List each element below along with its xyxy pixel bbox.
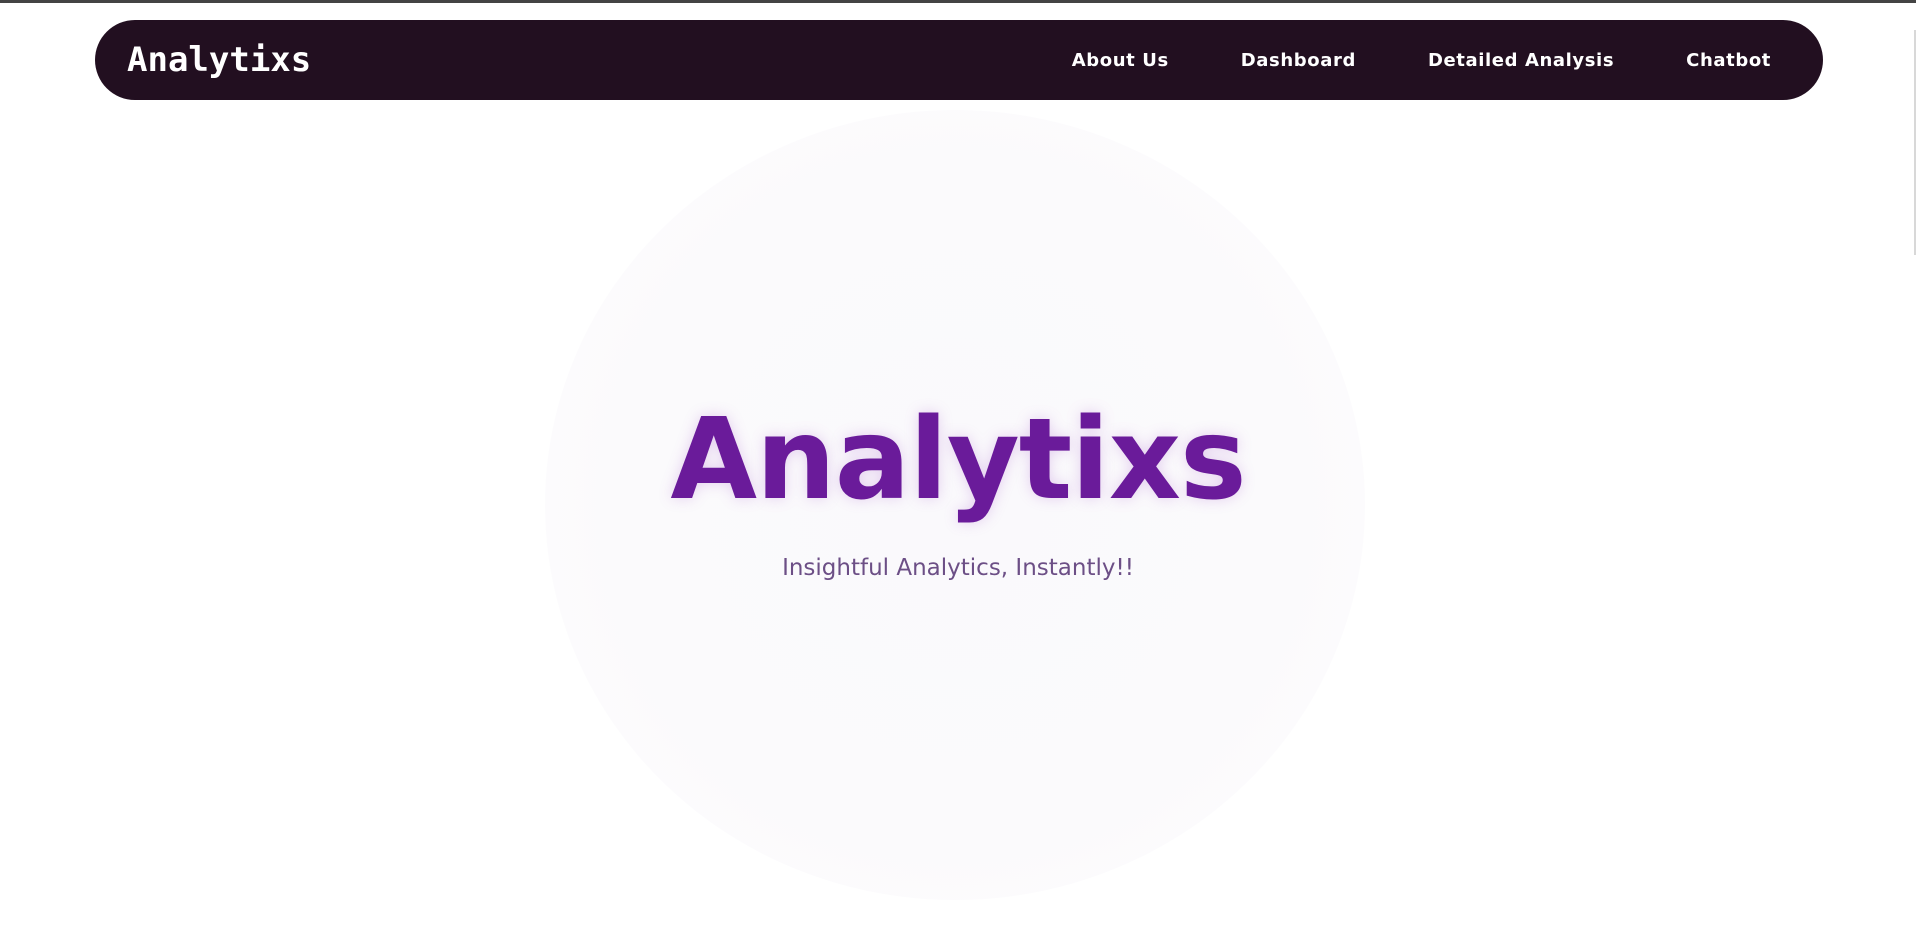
brand-logo[interactable]: Analytixs: [127, 20, 311, 100]
nav-links: About Us Dashboard Detailed Analysis Cha…: [1072, 20, 1771, 100]
nav-link-about-us[interactable]: About Us: [1072, 50, 1169, 71]
nav-link-dashboard[interactable]: Dashboard: [1241, 50, 1356, 71]
hero-subtitle: Insightful Analytics, Instantly!!: [782, 555, 1134, 581]
window-top-border: [0, 0, 1916, 3]
nav-link-detailed-analysis[interactable]: Detailed Analysis: [1428, 50, 1614, 71]
navbar: Analytixs About Us Dashboard Detailed An…: [95, 20, 1823, 100]
hero-title: Analytixs: [670, 395, 1246, 525]
nav-link-chatbot[interactable]: Chatbot: [1686, 50, 1771, 71]
